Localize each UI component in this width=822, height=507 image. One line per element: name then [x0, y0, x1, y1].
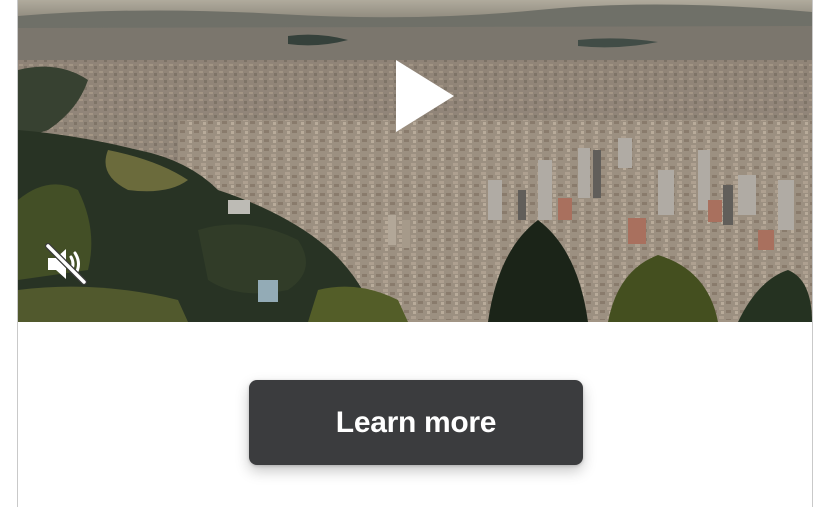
video-frame-city-panorama [18, 0, 812, 322]
page: Learn more [0, 0, 822, 507]
play-button[interactable] [384, 52, 474, 142]
play-icon [396, 60, 454, 132]
speaker-muted-icon [45, 243, 87, 285]
mute-toggle-button[interactable] [42, 240, 90, 288]
video-player[interactable] [18, 0, 812, 322]
learn-more-button[interactable]: Learn more [249, 380, 583, 465]
ad-card: Learn more [17, 0, 813, 507]
